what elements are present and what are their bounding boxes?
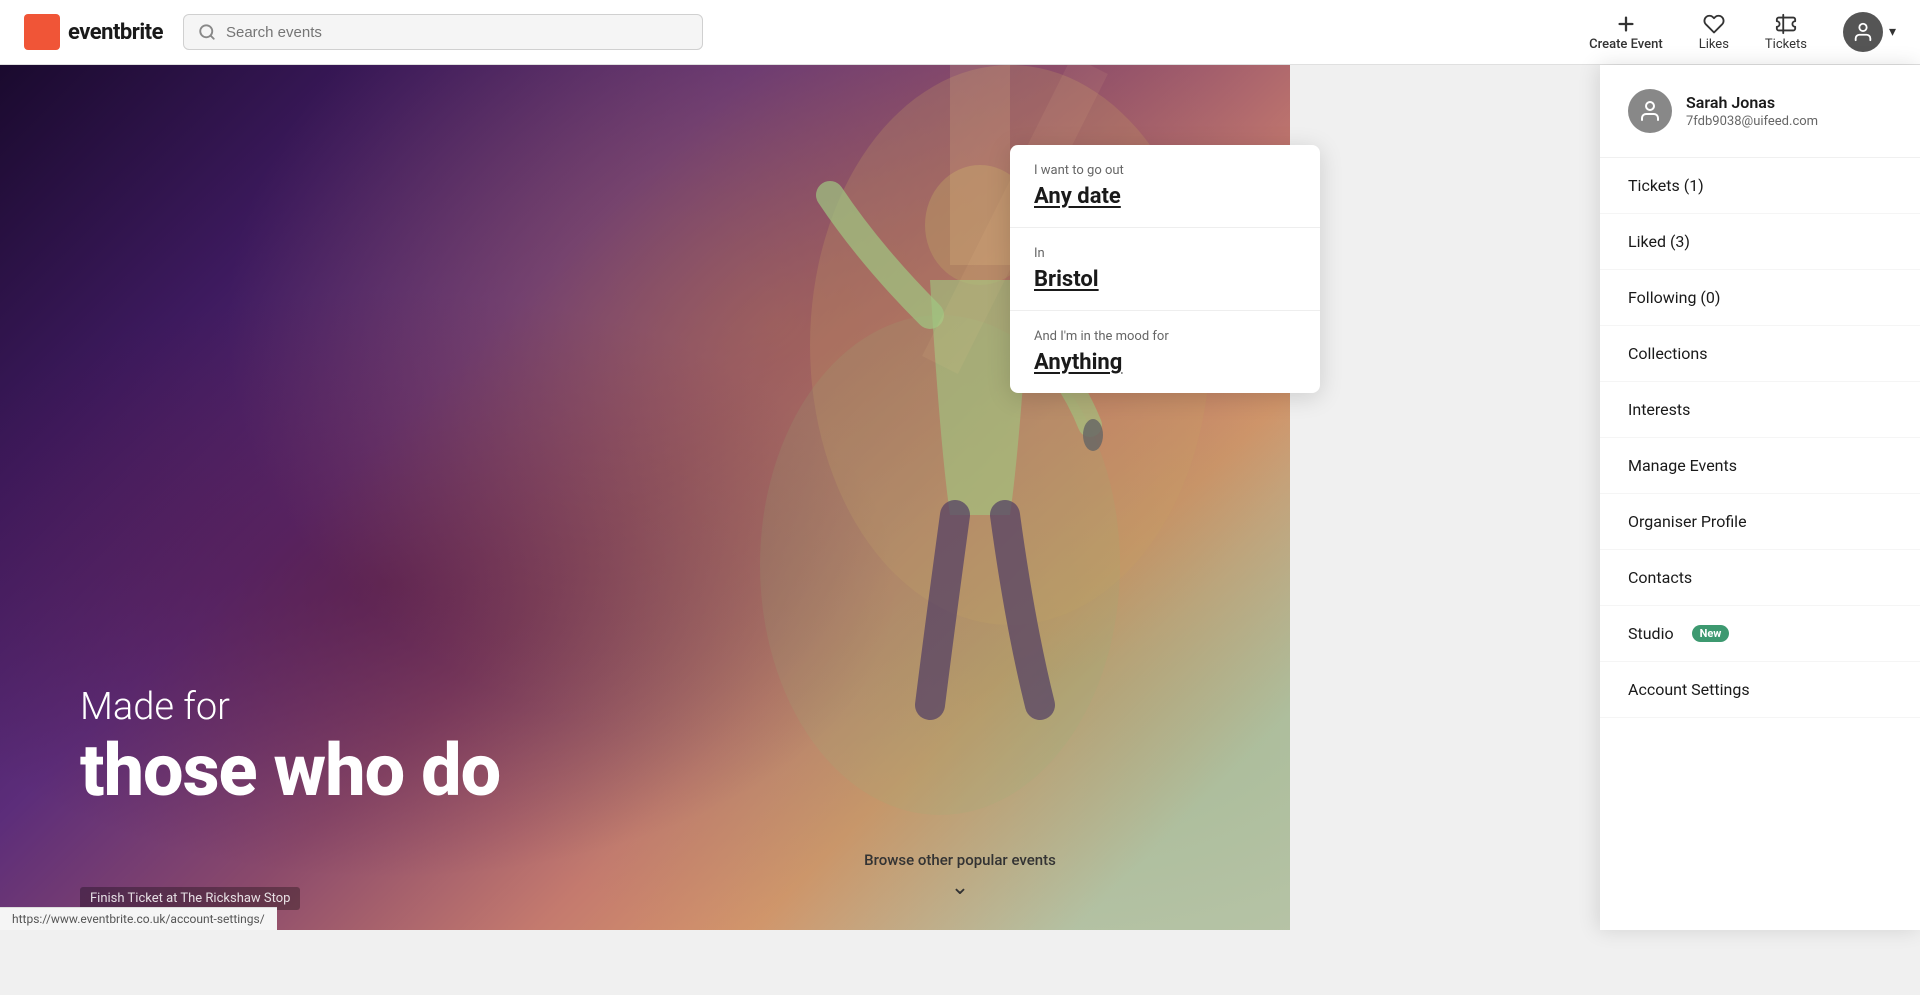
mood-prompt: And I'm in the mood for <box>1034 329 1296 344</box>
avatar <box>1843 12 1883 52</box>
dropdown-item-following[interactable]: Following (0) <box>1600 270 1920 326</box>
dropdown-item-tickets[interactable]: Tickets (1) <box>1600 158 1920 214</box>
dropdown-item-organiser-profile[interactable]: Organiser Profile <box>1600 494 1920 550</box>
create-event-button[interactable]: Create Event <box>1589 13 1663 52</box>
date-prompt: I want to go out <box>1034 163 1296 178</box>
location-prompt: In <box>1034 246 1296 261</box>
browse-label: Browse other popular events <box>864 851 1056 869</box>
browse-section[interactable]: Browse other popular events ⌄ <box>864 851 1056 900</box>
status-url: https://www.eventbrite.co.uk/account-set… <box>12 912 265 926</box>
location-section[interactable]: In Bristol <box>1010 228 1320 311</box>
plus-icon <box>1615 13 1637 35</box>
search-bar[interactable] <box>183 14 703 50</box>
dropdown-user-email: 7fdb9038@uifeed.com <box>1686 114 1818 129</box>
date-section[interactable]: I want to go out Any date <box>1010 145 1320 228</box>
new-badge: New <box>1692 625 1730 642</box>
search-icon <box>198 23 216 41</box>
header-actions: Create Event Likes Tickets ▾ <box>1589 12 1896 52</box>
header: eventbrite Create Event Likes Tickets <box>0 0 1920 65</box>
dropdown-user-name: Sarah Jonas <box>1686 93 1818 112</box>
tickets-button[interactable]: Tickets <box>1765 13 1807 52</box>
logo-text: eventbrite <box>68 20 163 45</box>
search-input[interactable] <box>226 24 688 41</box>
dropdown-item-account-settings[interactable]: Account Settings <box>1600 662 1920 718</box>
dropdown-item-studio[interactable]: StudioNew <box>1600 606 1920 662</box>
browse-chevron: ⌄ <box>951 875 969 900</box>
date-value: Any date <box>1034 184 1296 209</box>
dropdown-item-contacts[interactable]: Contacts <box>1600 550 1920 606</box>
dropdown-items-container: Tickets (1)Liked (3)Following (0)Collect… <box>1600 158 1920 718</box>
user-menu-trigger[interactable]: ▾ <box>1843 12 1896 52</box>
dropdown-item-manage-events[interactable]: Manage Events <box>1600 438 1920 494</box>
dropdown-menu: Sarah Jonas 7fdb9038@uifeed.com Tickets … <box>1600 65 1920 930</box>
logo[interactable]: eventbrite <box>24 14 163 50</box>
chevron-down-icon: ▾ <box>1889 24 1896 40</box>
dropdown-user-icon <box>1638 99 1662 123</box>
dropdown-item-interests[interactable]: Interests <box>1600 382 1920 438</box>
search-widget: I want to go out Any date In Bristol And… <box>1010 145 1320 393</box>
dropdown-item-collections[interactable]: Collections <box>1600 326 1920 382</box>
hero-subtitle: Made for <box>80 685 500 731</box>
dropdown-profile: Sarah Jonas 7fdb9038@uifeed.com <box>1600 65 1920 158</box>
likes-button[interactable]: Likes <box>1699 13 1729 52</box>
user-icon <box>1852 21 1874 43</box>
status-bar: https://www.eventbrite.co.uk/account-set… <box>0 907 277 930</box>
hero-text: Made for those who do <box>80 685 500 810</box>
dropdown-avatar <box>1628 89 1672 133</box>
logo-icon <box>24 14 60 50</box>
mood-section[interactable]: And I'm in the mood for Anything <box>1010 311 1320 393</box>
likes-label: Likes <box>1699 37 1729 52</box>
hero-title: those who do <box>80 731 500 810</box>
mood-value: Anything <box>1034 350 1296 375</box>
create-event-label: Create Event <box>1589 37 1663 52</box>
tickets-label: Tickets <box>1765 37 1807 52</box>
ticket-icon <box>1775 13 1797 35</box>
heart-icon <box>1703 13 1725 35</box>
location-value: Bristol <box>1034 267 1296 292</box>
dropdown-profile-info: Sarah Jonas 7fdb9038@uifeed.com <box>1686 93 1818 129</box>
dropdown-item-liked[interactable]: Liked (3) <box>1600 214 1920 270</box>
